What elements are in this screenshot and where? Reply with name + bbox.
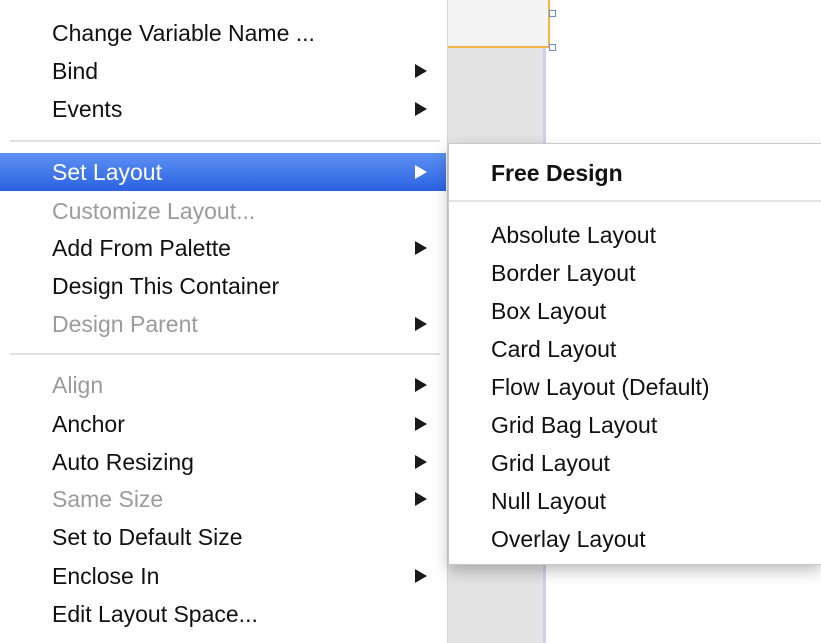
menu-item-anchor[interactable]: Anchor	[0, 405, 446, 443]
menu-item-align[interactable]: Align	[0, 366, 446, 404]
submenu-item-label: Grid Bag Layout	[491, 411, 658, 438]
menu-item-label: Bind	[52, 57, 99, 84]
submenu-item-label: Free Design	[491, 159, 623, 186]
submenu-arrow-icon	[415, 417, 427, 431]
submenu-arrow-icon	[415, 455, 427, 469]
menu-item-change-variable-name[interactable]: Change Variable Name ...	[0, 14, 446, 52]
selected-component[interactable]	[440, 0, 550, 48]
submenu-item-label: Box Layout	[491, 297, 607, 324]
set-layout-submenu: Free Design Absolute Layout Border Layou…	[448, 143, 821, 565]
resize-handle-right[interactable]	[549, 44, 556, 51]
submenu-arrow-icon	[415, 378, 427, 392]
menu-item-label: Design Parent	[52, 310, 198, 337]
menu-item-add-from-palette[interactable]: Add From Palette	[0, 229, 446, 267]
menu-item-label: Design This Container	[52, 272, 280, 299]
submenu-item-flow-layout[interactable]: Flow Layout (Default)	[449, 368, 821, 406]
menu-item-label: Set Layout	[52, 158, 162, 185]
submenu-arrow-icon	[415, 165, 427, 179]
menu-item-bind[interactable]: Bind	[0, 52, 446, 90]
menu-item-label: Customize Layout...	[52, 197, 256, 224]
menu-item-label: Edit Layout Space...	[52, 600, 258, 627]
submenu-item-box-layout[interactable]: Box Layout	[449, 292, 821, 330]
menu-item-set-layout[interactable]: Set Layout	[0, 153, 446, 191]
resize-handle-top-right[interactable]	[549, 10, 556, 17]
menu-item-label: Auto Resizing	[52, 448, 194, 475]
submenu-item-grid-bag-layout[interactable]: Grid Bag Layout	[449, 406, 821, 444]
submenu-arrow-icon	[415, 102, 427, 116]
menu-item-design-this-container[interactable]: Design This Container	[0, 267, 446, 305]
submenu-arrow-icon	[415, 569, 427, 583]
menu-item-label: Align	[52, 371, 104, 398]
menu-item-set-to-default-size[interactable]: Set to Default Size	[0, 518, 446, 556]
menu-item-design-parent[interactable]: Design Parent	[0, 305, 446, 343]
submenu-item-label: Null Layout	[491, 487, 607, 514]
submenu-arrow-icon	[415, 64, 427, 78]
submenu-arrow-icon	[415, 317, 427, 331]
submenu-item-label: Border Layout	[491, 259, 636, 286]
submenu-item-label: Absolute Layout	[491, 221, 656, 248]
submenu-item-label: Flow Layout (Default)	[491, 373, 710, 400]
submenu-item-label: Card Layout	[491, 335, 617, 362]
menu-item-enclose-in[interactable]: Enclose In	[0, 557, 446, 595]
menu-item-edit-layout-space[interactable]: Edit Layout Space...	[0, 595, 446, 633]
submenu-arrow-icon	[415, 492, 427, 506]
submenu-item-label: Overlay Layout	[491, 525, 646, 552]
submenu-item-null-layout[interactable]: Null Layout	[449, 482, 821, 520]
submenu-item-overlay-layout[interactable]: Overlay Layout	[449, 520, 821, 558]
menu-item-label: Set to Default Size	[52, 523, 243, 550]
menu-item-same-size[interactable]: Same Size	[0, 480, 446, 518]
menu-item-customize-layout[interactable]: Customize Layout...	[0, 192, 446, 230]
submenu-item-label: Grid Layout	[491, 449, 610, 476]
menu-item-label: Change Variable Name ...	[52, 19, 315, 46]
menu-item-label: Add From Palette	[52, 234, 231, 261]
menu-item-label: Events	[52, 95, 123, 122]
menu-item-events[interactable]: Events	[0, 90, 446, 128]
context-menu: Change Variable Name ... Bind Events Set…	[0, 0, 448, 643]
menu-item-auto-resizing[interactable]: Auto Resizing	[0, 443, 446, 481]
submenu-item-free-design[interactable]: Free Design	[449, 154, 821, 192]
submenu-separator	[449, 200, 821, 202]
menu-separator	[10, 140, 440, 142]
submenu-item-card-layout[interactable]: Card Layout	[449, 330, 821, 368]
menu-separator	[10, 353, 440, 355]
menu-item-label: Same Size	[52, 485, 164, 512]
submenu-item-border-layout[interactable]: Border Layout	[449, 254, 821, 292]
menu-item-label: Anchor	[52, 410, 125, 437]
submenu-item-grid-layout[interactable]: Grid Layout	[449, 444, 821, 482]
submenu-item-absolute-layout[interactable]: Absolute Layout	[449, 216, 821, 254]
submenu-arrow-icon	[415, 241, 427, 255]
menu-item-label: Enclose In	[52, 562, 160, 589]
